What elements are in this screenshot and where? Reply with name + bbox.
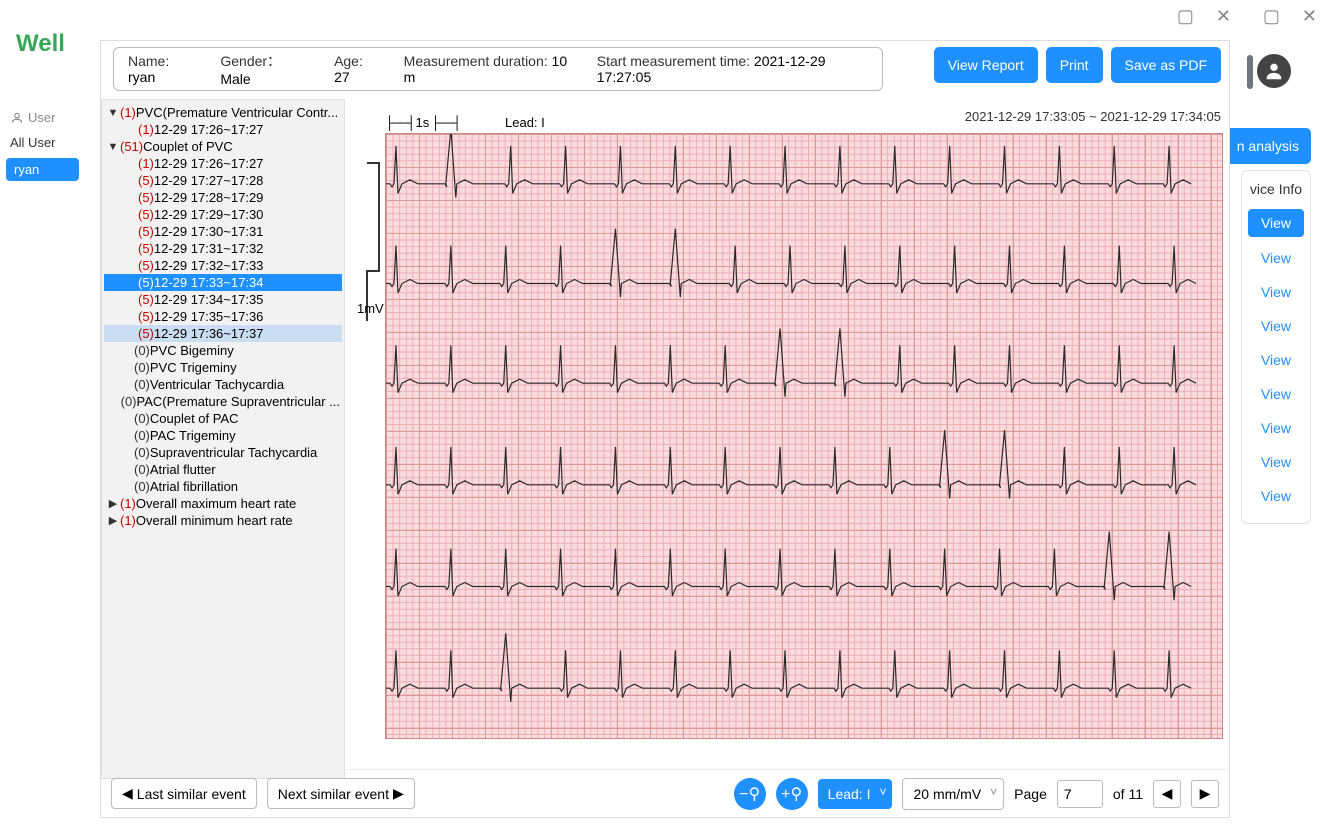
event-tree[interactable]: ▼(1) PVC(Premature Ventricular Contr...(… [101,99,345,779]
page-input[interactable] [1057,780,1103,808]
gain-select[interactable]: 20 mm/mV [902,778,1004,810]
zoom-in-icon[interactable]: +⚲ [776,778,808,810]
ecg-lead-label: Lead: I [505,115,545,130]
print-button[interactable]: Print [1046,47,1103,83]
ecg-timestamp: 2021-12-29 17:33:05 ~ 2021-12-29 17:34:0… [965,109,1221,124]
next-page-button[interactable]: ▶ [1191,780,1219,808]
view-link[interactable]: View [1242,445,1310,479]
close-icon[interactable]: ✕ [1216,6,1231,27]
view-link[interactable]: View [1242,479,1310,513]
tree-node[interactable]: (0) Atrial flutter [104,461,342,478]
device-info-panel: vice Info ViewViewViewViewViewViewViewVi… [1241,170,1311,524]
tree-node[interactable]: ▼(1) PVC(Premature Ventricular Contr... [104,104,342,121]
save-pdf-button[interactable]: Save as PDF [1111,47,1221,83]
tree-node[interactable]: (5) 12-29 17:36~17:37 [104,325,342,342]
logo: Well [16,30,65,58]
ecg-footer: ◀Last similar event Next similar event▶ … [101,769,1229,817]
tree-node[interactable]: (1) 12-29 17:26~17:27 [104,155,342,172]
close-icon-2[interactable]: ✕ [1302,6,1317,27]
ecg-grid[interactable] [385,133,1223,739]
tree-node[interactable]: (5) 12-29 17:29~17:30 [104,206,342,223]
tree-node[interactable]: ▶(1) Overall minimum heart rate [104,512,342,529]
tree-node[interactable]: (0) Supraventricular Tachycardia [104,444,342,461]
divider [1247,55,1253,89]
tree-node[interactable]: (5) 12-29 17:31~17:32 [104,240,342,257]
tree-node[interactable]: (1) 12-29 17:26~17:27 [104,121,342,138]
tree-node[interactable]: (0) PAC(Premature Supraventricular ... [104,393,342,410]
minimize-icon[interactable]: ▢ [1177,6,1194,27]
lead-select[interactable]: Lead: I [818,779,893,809]
selected-user[interactable]: ryan [6,158,79,181]
avatar[interactable] [1257,54,1291,88]
zoom-out-icon[interactable]: −⚲ [734,778,766,810]
view-report-button[interactable]: View Report [934,47,1038,83]
patient-info-bar: Name: ryan Gender： Male Age: 27 Measurem… [113,47,883,91]
view-link[interactable]: View [1242,309,1310,343]
tree-node[interactable]: (0) PVC Bigeminy [104,342,342,359]
view-link[interactable]: View [1242,241,1310,275]
last-similar-event-button[interactable]: ◀Last similar event [111,778,257,809]
view-link[interactable]: View [1242,411,1310,445]
view-link[interactable]: View [1242,377,1310,411]
tree-node[interactable]: ▼(51) Couplet of PVC [104,138,342,155]
tree-node[interactable]: (0) Atrial fibrillation [104,478,342,495]
all-users-link[interactable]: All User [4,129,81,156]
ecg-timebase: ├──┤ 1s ├──┤ [385,115,460,130]
user-section-header: User [4,106,81,129]
tree-node[interactable]: (5) 12-29 17:30~17:31 [104,223,342,240]
tree-node[interactable]: (5) 12-29 17:35~17:36 [104,308,342,325]
ecg-viewer: 2021-12-29 17:33:05 ~ 2021-12-29 17:34:0… [357,101,1225,811]
ecg-modal: Name: ryan Gender： Male Age: 27 Measurem… [100,40,1230,818]
next-similar-event-button[interactable]: Next similar event▶ [267,778,415,809]
tree-node[interactable]: (5) 12-29 17:28~17:29 [104,189,342,206]
tree-node[interactable]: (5) 12-29 17:27~17:28 [104,172,342,189]
prev-page-button[interactable]: ◀ [1153,780,1181,808]
tree-node[interactable]: (5) 12-29 17:33~17:34 [104,274,342,291]
ecg-amplitude: 1mV [357,301,384,316]
tree-node[interactable]: (5) 12-29 17:34~17:35 [104,291,342,308]
page-total: of 11 [1113,786,1143,802]
tree-node[interactable]: (0) PVC Trigeminy [104,359,342,376]
tree-node[interactable]: (0) Ventricular Tachycardia [104,376,342,393]
tree-node[interactable]: ▶(1) Overall maximum heart rate [104,495,342,512]
minimize-icon-2[interactable]: ▢ [1263,6,1280,27]
tree-node[interactable]: (5) 12-29 17:32~17:33 [104,257,342,274]
page-label: Page [1014,786,1047,802]
view-link[interactable]: View [1248,209,1304,237]
view-link[interactable]: View [1242,343,1310,377]
tree-node[interactable]: (0) PAC Trigeminy [104,427,342,444]
analysis-button[interactable]: n analysis [1225,128,1311,164]
device-info-header: vice Info [1242,181,1310,205]
view-link[interactable]: View [1242,275,1310,309]
tree-node[interactable]: (0) Couplet of PAC [104,410,342,427]
